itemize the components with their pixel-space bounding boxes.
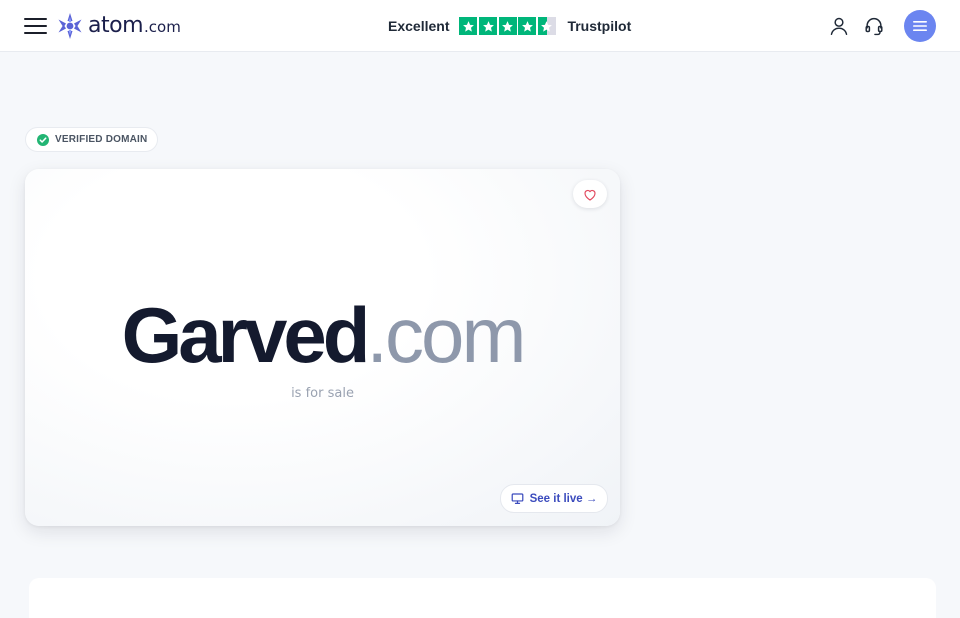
star-icon [518,17,537,35]
check-circle-icon [37,133,49,146]
menu-icon[interactable] [24,17,48,35]
star-icon [459,17,478,35]
top-header: atom.com Excellent Trustpilot [0,0,960,52]
domain-card: Garved.com is for sale See it live → [25,169,620,526]
trustpilot-rating[interactable]: Excellent Trustpilot [388,15,631,37]
menu-line [24,25,47,27]
logo-name: atom [88,12,144,38]
favorite-button[interactable] [573,180,607,208]
verified-domain-badge: VERIFIED DOMAIN [25,127,159,152]
half-star-icon [537,17,556,35]
list-icon [913,21,927,31]
user-icon[interactable] [828,15,850,37]
menu-line [24,18,47,20]
logo-suffix: .com [144,17,181,36]
trust-stars [459,17,557,35]
star-icon [498,17,517,35]
atom-logo-icon [58,13,82,39]
menu-line [24,32,47,34]
see-it-live-label: See it live → [529,492,598,505]
logo-wordmark: atom.com [88,12,181,41]
purchase-panel [29,578,936,618]
atom-logo[interactable]: atom.com [56,11,181,41]
domain-name: Garved.com [25,291,620,379]
account-menu-button[interactable] [904,10,936,42]
domain-sld: Garved [121,291,371,379]
star-icon [479,17,498,35]
trust-rating-label: Excellent [388,18,450,34]
see-it-live-button[interactable]: See it live → [500,484,608,513]
verified-label: VERIFIED DOMAIN [55,134,148,145]
sale-status: is for sale [291,386,354,401]
monitor-icon [511,493,523,504]
heart-icon [584,189,596,201]
headset-icon[interactable] [863,15,885,37]
domain-tld: .com [366,291,526,379]
trustpilot-brand: Trustpilot [567,18,632,34]
